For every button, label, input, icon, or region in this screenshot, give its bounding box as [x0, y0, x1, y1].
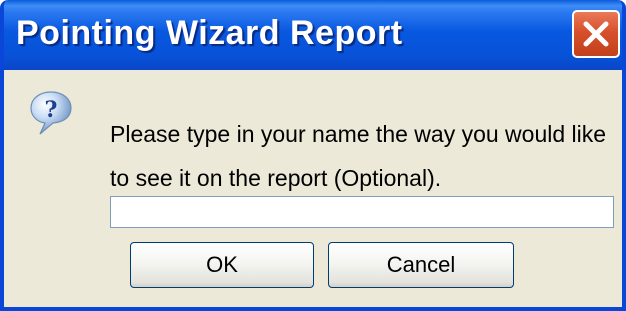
- svg-text:?: ?: [45, 97, 58, 123]
- close-button[interactable]: [572, 10, 620, 58]
- name-input[interactable]: [110, 196, 614, 228]
- window-title: Pointing Wizard Report: [16, 14, 403, 52]
- dialog-window: Pointing Wizard Report ? Please type in …: [0, 0, 626, 311]
- question-icon: ?: [30, 91, 72, 135]
- title-bar[interactable]: Pointing Wizard Report: [4, 0, 622, 70]
- close-icon: [583, 21, 609, 47]
- dialog-message: Please type in your name the way you wou…: [110, 121, 607, 191]
- ok-button[interactable]: OK: [130, 242, 314, 288]
- cancel-button[interactable]: Cancel: [328, 242, 514, 288]
